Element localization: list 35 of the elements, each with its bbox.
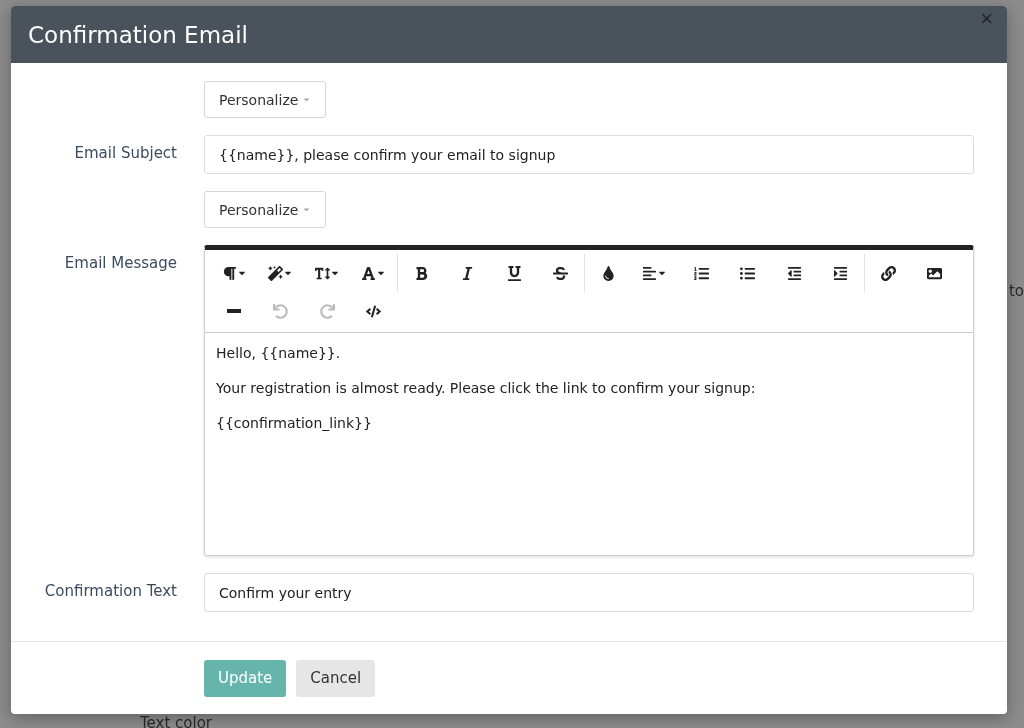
strikethrough-icon (553, 265, 569, 281)
field-label: Confirmation Text (43, 581, 177, 602)
bold-icon (413, 265, 429, 281)
cancel-button[interactable]: Cancel (296, 659, 376, 697)
dialog-title: Confirmation Email (28, 21, 248, 48)
undo-icon (273, 303, 289, 319)
message-editor[interactable]: Hello, {{name}}. Your registration is almost ready. Please click the link to confirm your signup: {{confirmation_link}} (204, 245, 974, 556)
bullet-list-icon (740, 265, 756, 281)
personalize-dropdown[interactable]: Personalize (204, 81, 327, 118)
caret-icon (302, 205, 312, 214)
message-paragraph: Hello, {{name}}. (216, 345, 342, 361)
droplet-icon (600, 265, 616, 281)
outdent-icon (786, 265, 802, 281)
paragraph-icon (221, 265, 237, 281)
image-icon (927, 265, 943, 281)
magic-wand-icon (268, 265, 284, 281)
redo-icon (319, 303, 335, 319)
confirmation-field[interactable]: Confirm your entry (204, 573, 974, 612)
indent-icon (833, 265, 849, 281)
message-paragraph: {{confirmation_link}} (216, 415, 373, 431)
numbered-list-icon (693, 265, 709, 281)
font-icon (361, 265, 377, 281)
link-icon (880, 265, 896, 281)
background-text: to (1008, 282, 1024, 300)
field-label: Email Message (63, 253, 177, 274)
underline-icon (506, 265, 522, 281)
align-left-icon (642, 265, 658, 281)
message-paragraph: Your registration is almost ready. Please click the link to confirm your signup: (216, 380, 757, 396)
background-text: Text color (140, 714, 213, 728)
code-icon (366, 303, 382, 319)
personalize-dropdown[interactable]: Personalize (204, 191, 327, 228)
text-height-icon (314, 265, 330, 281)
caret-icon (302, 95, 312, 104)
field-label: Email Subject (73, 143, 177, 164)
subject-field[interactable]: {{name}}, please confirm your email to signup (204, 135, 974, 174)
